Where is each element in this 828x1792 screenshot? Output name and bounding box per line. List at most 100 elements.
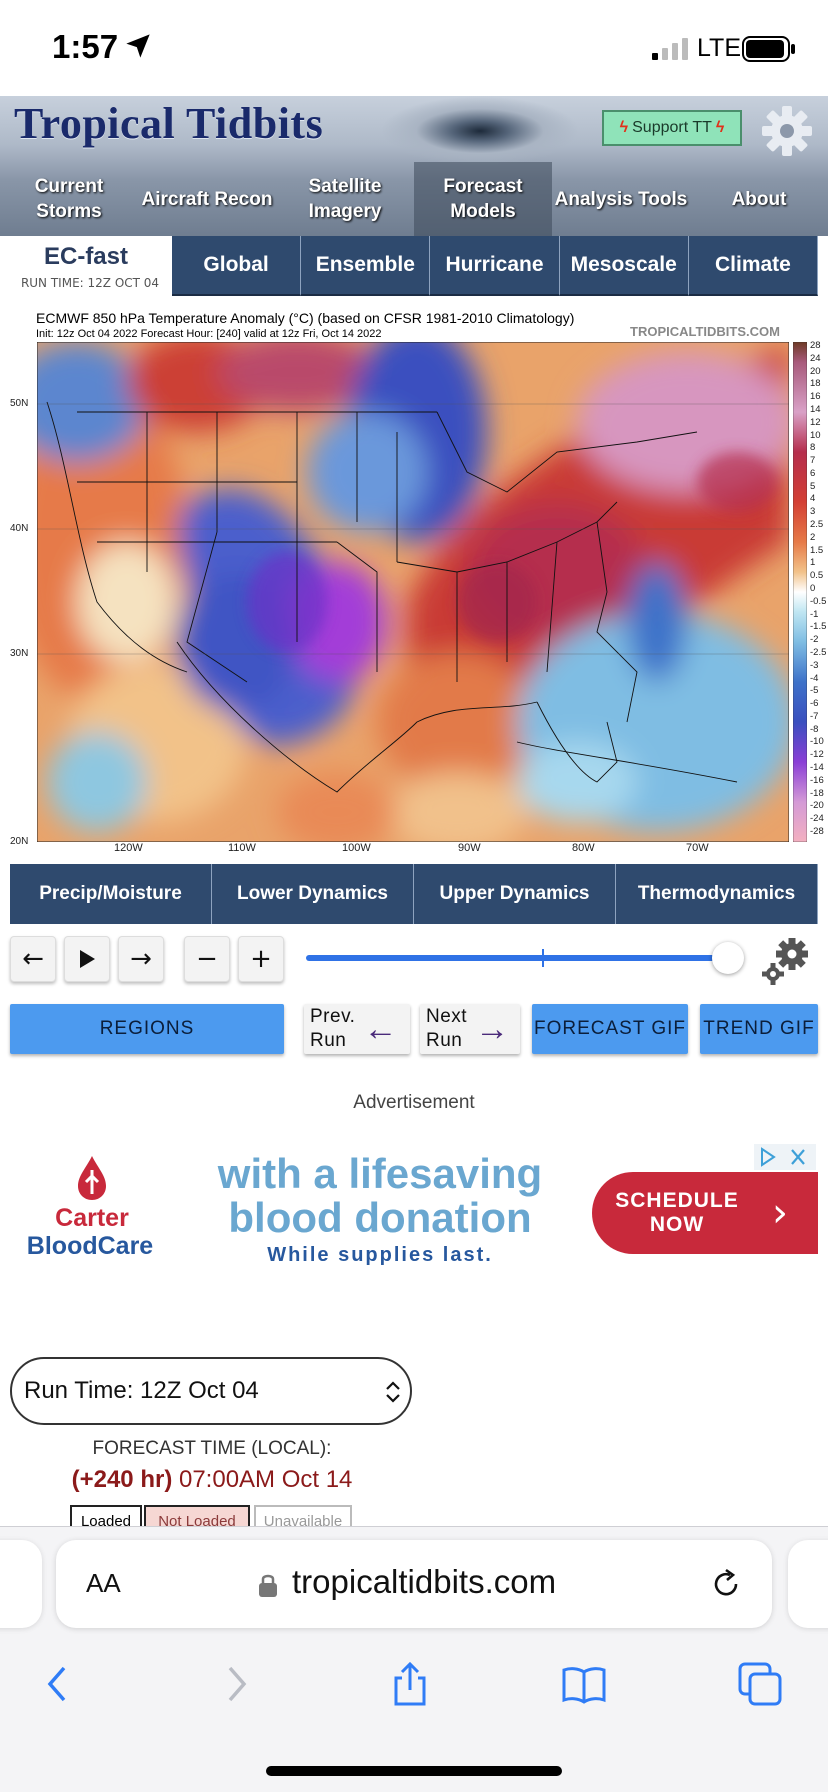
forecast-gif-button[interactable]: FORECAST GIF <box>532 1004 688 1054</box>
run-time-select[interactable]: Run Time: 12Z Oct 04 <box>10 1357 412 1425</box>
nav-forecast-models[interactable]: Forecast Models <box>414 162 552 236</box>
reader-options-button[interactable]: AA <box>86 1568 121 1599</box>
location-arrow-icon <box>126 34 150 58</box>
tab-hurricane[interactable]: Hurricane <box>430 236 560 296</box>
colorbar-label: -2.5 <box>810 646 827 658</box>
nav-analysis-tools[interactable]: Analysis Tools <box>552 162 690 236</box>
map-watermark: TROPICALTIDBITS.COM <box>630 324 780 339</box>
colorbar-label: 8 <box>810 442 816 454</box>
temperature-anomaly-map[interactable] <box>37 342 789 842</box>
next-tab-preview[interactable] <box>788 1540 828 1628</box>
back-icon[interactable] <box>34 1660 82 1708</box>
zoom-in-button[interactable]: + <box>238 936 284 982</box>
blood-drop-logo-icon <box>78 1156 106 1200</box>
main-nav: Current Storms Aircraft Recon Satellite … <box>0 162 828 236</box>
ad-brand-line-1: Carter <box>55 1204 129 1232</box>
colorbar-label: -8 <box>810 723 819 735</box>
arrow-left-icon: ← <box>22 944 44 974</box>
nav-aircraft-recon[interactable]: Aircraft Recon <box>138 162 276 236</box>
colorbar-label: 18 <box>810 378 821 390</box>
colorbar-label: -12 <box>810 749 824 761</box>
colorbar-label: 1 <box>810 557 816 569</box>
advertisement-banner[interactable]: Carter BloodCare with a lifesaving blood… <box>0 1140 828 1286</box>
tab-upper-dynamics[interactable]: Upper Dynamics <box>414 864 616 924</box>
previous-tab-preview[interactable] <box>0 1540 42 1628</box>
colorbar-label: 5 <box>810 480 816 492</box>
forecast-map: ECMWF 850 hPa Temperature Anomaly (°C) (… <box>8 304 826 854</box>
slider-tick <box>542 949 544 967</box>
ad-schedule-button[interactable]: SCHEDULE NOW › <box>592 1172 818 1254</box>
slider-thumb[interactable] <box>712 942 744 974</box>
lon-label: 90W <box>458 842 481 854</box>
settings-gears-icon[interactable] <box>760 936 812 988</box>
support-button[interactable]: ϟ Support TT ϟ <box>602 110 742 146</box>
colorbar-label: -28 <box>810 826 824 837</box>
model-tabs: Global Ensemble Hurricane Mesoscale Clim… <box>172 236 819 296</box>
colorbar-label: 7 <box>810 455 816 467</box>
lat-label: 20N <box>10 836 29 847</box>
forward-icon[interactable] <box>212 1660 260 1708</box>
ad-choices-icon[interactable] <box>754 1144 816 1170</box>
colorbar-label: 14 <box>810 403 821 415</box>
colorbar-label: 28 <box>810 340 821 351</box>
step-forward-button[interactable]: → <box>118 936 164 982</box>
next-run-button[interactable]: Next Run → <box>420 1004 520 1054</box>
share-icon[interactable] <box>386 1660 434 1708</box>
lon-label: 80W <box>572 842 595 854</box>
bolt-icon: ϟ <box>715 119 725 136</box>
colorbar-label: 2.5 <box>810 519 824 531</box>
lat-label: 30N <box>10 648 29 659</box>
reload-icon[interactable] <box>708 1566 744 1602</box>
forecast-hour-slider[interactable] <box>306 955 730 961</box>
play-button[interactable] <box>64 936 110 982</box>
bookmarks-icon[interactable] <box>560 1660 608 1708</box>
colorbar-label: 20 <box>810 365 821 377</box>
tab-lower-dynamics[interactable]: Lower Dynamics <box>212 864 414 924</box>
colorbar-label: -1.5 <box>810 621 827 633</box>
tab-global[interactable]: Global <box>172 236 302 296</box>
colorbar-label: -1 <box>810 608 819 620</box>
bolt-icon: ϟ <box>619 119 629 136</box>
url-text[interactable]: tropicaltidbits.com <box>292 1563 556 1601</box>
tab-climate[interactable]: Climate <box>688 236 819 296</box>
site-logo[interactable]: Tropical Tidbits <box>14 98 323 149</box>
arrow-right-icon: → <box>130 944 152 974</box>
run-time-label: RUN TIME: 12Z OCT 04 <box>20 276 160 290</box>
tab-ensemble[interactable]: Ensemble <box>301 236 431 296</box>
ad-brand-line-2: BloodCare <box>26 1232 154 1260</box>
map-title: ECMWF 850 hPa Temperature Anomaly (°C) (… <box>36 310 575 326</box>
tab-precip-moisture[interactable]: Precip/Moisture <box>10 864 212 924</box>
tabs-icon[interactable] <box>736 1660 784 1708</box>
colorbar-label: 12 <box>810 416 821 428</box>
colorbar-label: -14 <box>810 762 824 774</box>
colorbar-label: -0.5 <box>810 595 827 607</box>
ad-headline: with a lifesaving blood donation <box>217 1150 543 1241</box>
colorbar-label: -20 <box>810 800 824 812</box>
tab-mesoscale[interactable]: Mesoscale <box>559 236 689 296</box>
nav-current-storms[interactable]: Current Storms <box>0 162 138 236</box>
colorbar-label: 4 <box>810 493 816 505</box>
zoom-out-button[interactable]: − <box>184 936 230 982</box>
colorbar-label: -6 <box>810 698 819 710</box>
lat-label: 50N <box>10 398 29 409</box>
colorbar-label: -16 <box>810 774 824 786</box>
nav-satellite-imagery[interactable]: Satellite Imagery <box>276 162 414 236</box>
model-name: EC-fast <box>43 243 128 270</box>
gear-icon[interactable] <box>760 104 814 158</box>
prev-run-button[interactable]: Prev. Run ← <box>304 1004 410 1054</box>
tab-thermodynamics[interactable]: Thermodynamics <box>616 864 818 924</box>
ad-subline: While supplies last. <box>267 1244 493 1266</box>
colorbar-label: 6 <box>810 467 816 479</box>
home-indicator <box>266 1766 562 1776</box>
regions-button[interactable]: REGIONS <box>10 1004 284 1054</box>
step-back-button[interactable]: ← <box>10 936 56 982</box>
network-type: LTE <box>697 34 741 62</box>
forecast-time-value: (+240 hr) 07:00AM Oct 14 <box>71 1466 353 1493</box>
colorbar-label: -24 <box>810 813 824 825</box>
colorbar-label: 0 <box>810 583 816 594</box>
trend-gif-button[interactable]: TREND GIF <box>700 1004 818 1054</box>
nav-about[interactable]: About <box>690 162 828 236</box>
colorbar <box>793 342 807 842</box>
lon-label: 100W <box>342 842 371 854</box>
chevron-right-icon: › <box>772 1190 788 1236</box>
